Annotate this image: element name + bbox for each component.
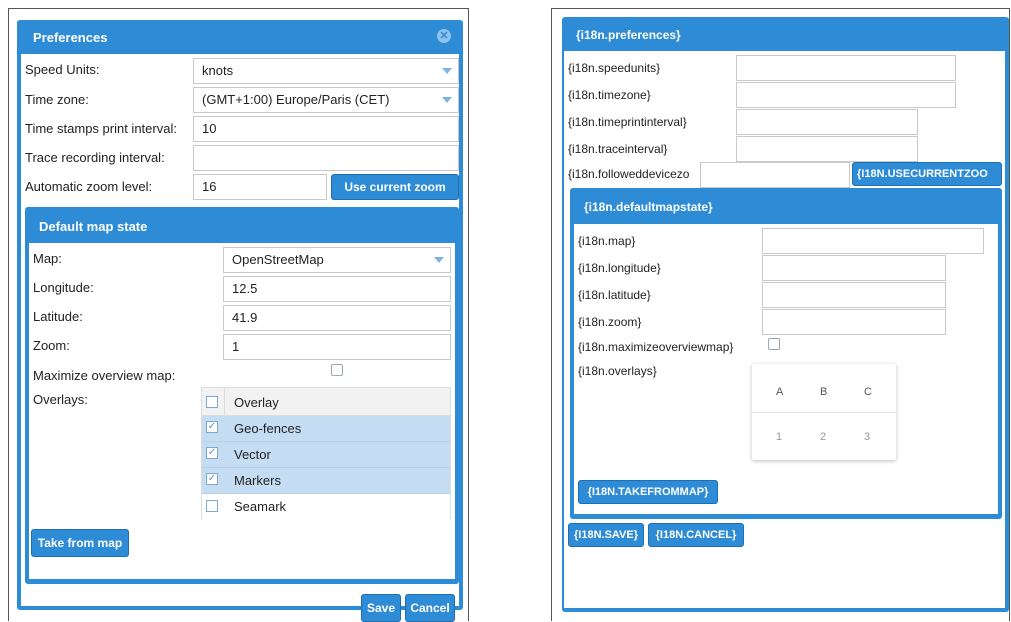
zoom-label: {i18n.zoom} <box>578 315 642 329</box>
overlay-name: Vector <box>234 447 271 462</box>
grid-header-divider <box>224 388 225 416</box>
timezone-label: Time zone: <box>25 92 89 107</box>
timezone-input[interactable] <box>736 82 956 108</box>
default-map-state-panel: Default map state Map: OpenStreetMap Lon… <box>25 207 459 584</box>
longitude-input[interactable]: 12.5 <box>223 276 451 302</box>
panel-title: {i18n.defaultmapstate} <box>584 200 713 214</box>
zoom-level-input[interactable]: 16 <box>193 174 327 200</box>
row-checkbox[interactable]: ✓ <box>206 473 218 485</box>
followeddevicezoom-label: {i18n.followeddevicezo <box>568 167 690 181</box>
grid-cell: 2 <box>820 431 827 443</box>
timeprintinterval-label: {i18n.timeprintinterval} <box>568 115 687 129</box>
grid-header-c: C <box>864 386 872 398</box>
overlays-grid: Overlay ✓ Geo-fences ✓ Vector ✓ Markers <box>201 387 451 520</box>
chevron-down-icon <box>434 257 444 263</box>
latitude-label: {i18n.latitude} <box>578 288 651 302</box>
traceinterval-input[interactable] <box>736 136 918 162</box>
chevron-down-icon <box>442 97 452 103</box>
timestamps-label: Time stamps print interval: <box>25 121 177 136</box>
map-input[interactable] <box>762 228 984 254</box>
timeprintinterval-input[interactable] <box>736 109 918 135</box>
grid-divider <box>752 412 896 413</box>
row-checkbox[interactable]: ✓ <box>206 447 218 459</box>
table-row[interactable]: Seamark <box>202 494 450 520</box>
use-current-zoom-button[interactable]: {I18N.USECURRENTZOO <box>852 162 1002 186</box>
panel-title: Default map state <box>39 219 148 234</box>
panel-body: Map: OpenStreetMap Longitude: 12.5 Latit… <box>29 243 455 579</box>
timestamps-input[interactable]: 10 <box>193 116 459 142</box>
grid-header-b: B <box>820 386 828 398</box>
take-from-map-button[interactable]: Take from map <box>31 529 129 557</box>
dialog-body: {i18n.speedunits} {i18n.timezone} {i18n.… <box>564 51 1005 608</box>
table-row[interactable]: ✓ Geo-fences <box>202 416 450 442</box>
chevron-down-icon <box>442 68 452 74</box>
dialog-title: Preferences <box>33 30 108 45</box>
dialog-title: {i18n.preferences} <box>576 28 681 42</box>
speed-units-label: Speed Units: <box>25 62 100 77</box>
trace-interval-label: Trace recording interval: <box>25 150 165 165</box>
i18n-preferences-dialog: {i18n.preferences} {i18n.speedunits} {i1… <box>562 17 1009 612</box>
maximize-overview-checkbox[interactable] <box>331 364 343 376</box>
dialog-body: Speed Units: knots Time zone: (GMT+1:00)… <box>21 54 459 622</box>
save-button[interactable]: Save <box>361 594 401 622</box>
overlay-name: Seamark <box>234 499 287 514</box>
map-select[interactable]: OpenStreetMap <box>223 247 451 273</box>
zoom-input[interactable] <box>762 309 946 335</box>
overlays-grid: A B C 1 2 3 <box>752 364 896 460</box>
grid-header: Overlay <box>202 388 450 416</box>
zoom-label: Zoom: <box>33 338 70 353</box>
timezone-select[interactable]: (GMT+1:00) Europe/Paris (CET) <box>193 87 459 113</box>
longitude-label: {i18n.longitude} <box>578 261 661 275</box>
select-all-checkbox[interactable] <box>206 396 218 408</box>
save-button[interactable]: {I18N.SAVE} <box>568 523 644 547</box>
grid-cell: 3 <box>864 431 871 443</box>
take-from-map-button[interactable]: {I18N.TAKEFROMMAP} <box>578 480 718 504</box>
traceinterval-label: {i18n.traceinterval} <box>568 142 668 156</box>
latitude-input[interactable]: 41.9 <box>223 305 451 331</box>
overlay-name: Markers <box>234 473 281 488</box>
overlay-name: Geo-fences <box>234 421 302 436</box>
map-value: OpenStreetMap <box>232 252 324 267</box>
speed-units-value: knots <box>202 63 234 78</box>
zoom-input[interactable]: 1 <box>223 334 451 360</box>
cancel-button[interactable]: Cancel <box>405 594 455 622</box>
cancel-button[interactable]: {I18N.CANCEL} <box>648 523 744 547</box>
maximize-overview-label: {i18n.maximizeoverviewmap} <box>578 340 734 354</box>
maximize-overview-label: Maximize overview map: <box>33 368 176 383</box>
use-current-zoom-button[interactable]: Use current zoom <box>331 174 459 200</box>
timezone-label: {i18n.timezone} <box>568 88 651 102</box>
table-row[interactable]: ✓ Vector <box>202 442 450 468</box>
followeddevicezoom-input[interactable] <box>700 162 850 188</box>
table-row[interactable]: ✓ Markers <box>202 468 450 494</box>
latitude-label: Latitude: <box>33 309 83 324</box>
timezone-value: (GMT+1:00) Europe/Paris (CET) <box>202 92 390 107</box>
speedunits-label: {i18n.speedunits} <box>568 61 661 75</box>
map-label: Map: <box>33 251 62 266</box>
grid-header-a: A <box>776 386 784 398</box>
close-icon[interactable]: ✕ <box>437 29 451 43</box>
panel-body: {i18n.map} {i18n.longitude} {i18n.latitu… <box>574 224 998 514</box>
speedunits-input[interactable] <box>736 55 956 81</box>
preferences-dialog: Preferences ✕ Speed Units: knots Time zo… <box>17 20 463 622</box>
grid-cell: 1 <box>776 431 783 443</box>
overlays-label: Overlays: <box>33 392 88 407</box>
overlay-column-header: Overlay <box>234 395 279 410</box>
longitude-input[interactable] <box>762 255 946 281</box>
map-label: {i18n.map} <box>578 234 636 248</box>
latitude-input[interactable] <box>762 282 946 308</box>
trace-interval-input[interactable] <box>193 145 459 171</box>
default-map-state-panel: {i18n.defaultmapstate} {i18n.map} {i18n.… <box>570 188 1002 519</box>
row-checkbox[interactable] <box>206 500 218 512</box>
overlays-label: {i18n.overlays} <box>578 364 657 378</box>
maximize-overview-checkbox[interactable] <box>768 338 780 350</box>
longitude-label: Longitude: <box>33 280 94 295</box>
speed-units-select[interactable]: knots <box>193 58 459 84</box>
zoom-level-label: Automatic zoom level: <box>25 179 153 194</box>
row-checkbox[interactable]: ✓ <box>206 421 218 433</box>
